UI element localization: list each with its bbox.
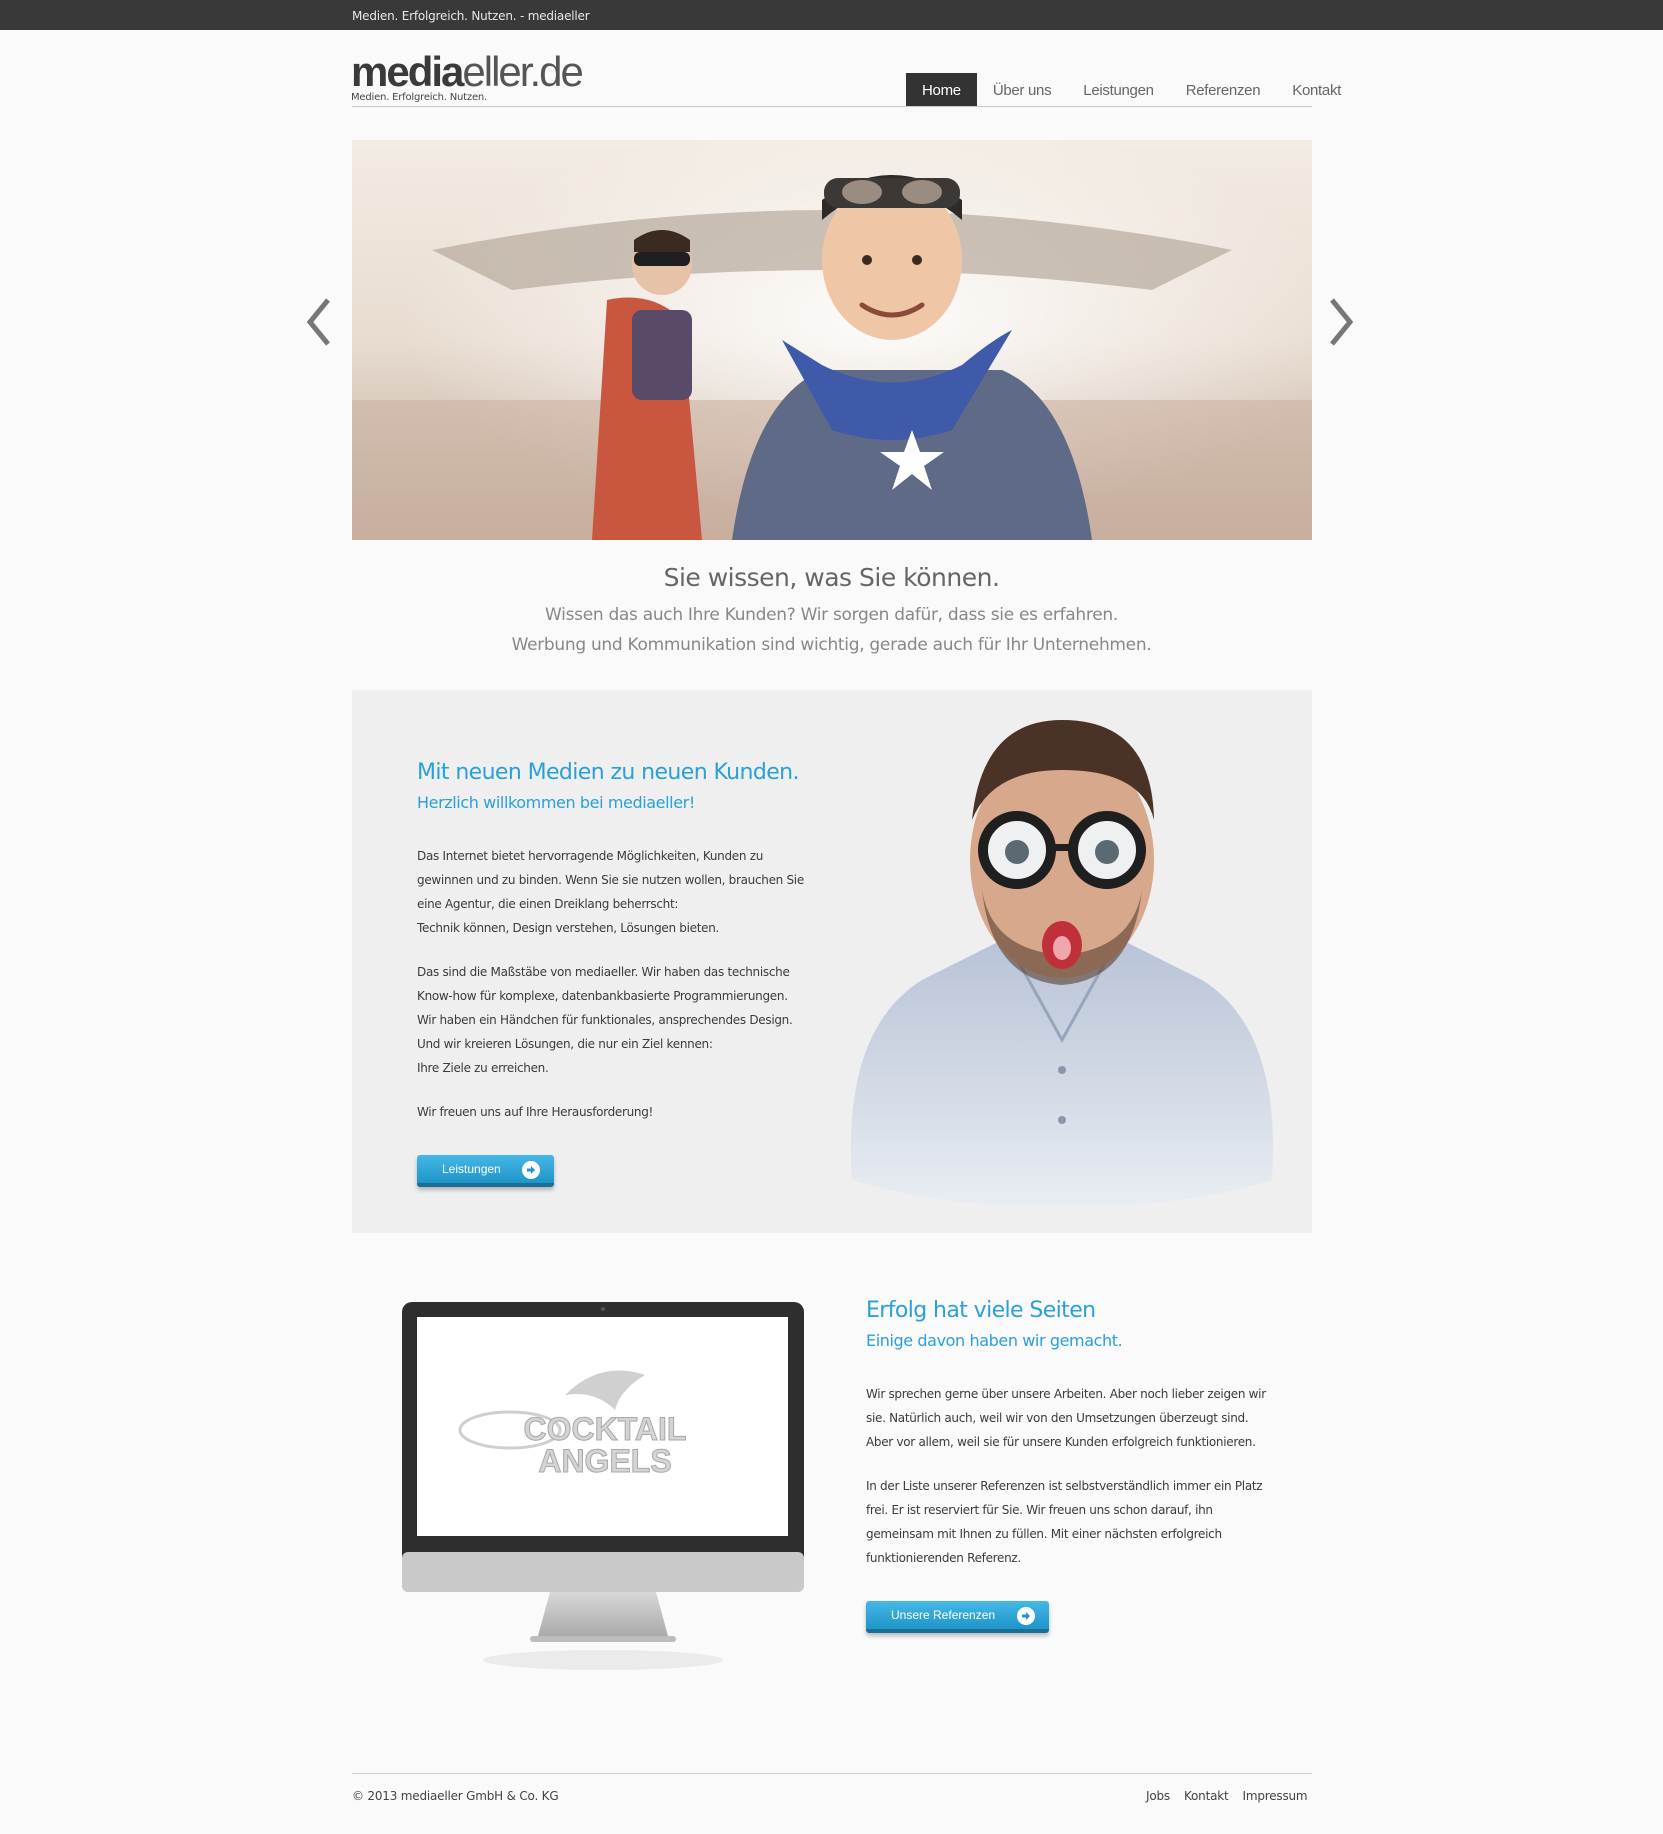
text-line: frei. Er ist reserviert für Sie. Wir fre… [866, 1503, 1213, 1517]
nav-item-referenzen[interactable]: Referenzen [1170, 73, 1277, 106]
text-line: Ihre Ziele zu erreichen. [417, 1061, 549, 1075]
references-paragraph-2: In der Liste unserer Referenzen ist selb… [866, 1474, 1266, 1570]
footer-copyright: © 2013 mediaeller GmbH & Co. KG [352, 1789, 559, 1803]
text-line: In der Liste unserer Referenzen ist selb… [866, 1479, 1263, 1493]
site-logo[interactable]: mediaeller.de Medien. Erfolgreich. Nutze… [351, 51, 584, 104]
welcome-title: Mit neuen Medien zu neuen Kunden. [417, 760, 800, 785]
chevron-right-icon [1330, 298, 1354, 346]
text-line: sie. Natürlich auch, weil wir von den Um… [866, 1411, 1249, 1425]
surprised-man-image [850, 720, 1274, 1206]
text-line: gemeinsam mit Ihnen zu füllen. Mit einer… [866, 1527, 1222, 1541]
welcome-subtitle: Herzlich willkommen bei mediaeller! [417, 793, 695, 812]
logo-strong: media [351, 48, 464, 95]
nav-item-kontakt[interactable]: Kontakt [1276, 73, 1357, 106]
nav-item-home[interactable]: Home [906, 73, 977, 106]
text-line: Das Internet bietet hervorragende Möglic… [417, 849, 764, 863]
nav-item-leistungen[interactable]: Leistungen [1067, 73, 1169, 106]
intro-title: Sie wissen, was Sie können. [663, 563, 1000, 592]
welcome-paragraph-3: Wir freuen uns auf Ihre Herausforderung! [417, 1100, 817, 1124]
welcome-section: Mit neuen Medien zu neuen Kunden. Herzli… [352, 690, 1312, 1233]
top-bar-text: Medien. Erfolgreich. Nutzen. - mediaelle… [352, 9, 590, 23]
button-label: Leistungen [442, 1162, 501, 1176]
arrow-right-circle-icon [1017, 1607, 1035, 1625]
footer-links: Jobs Kontakt Impressum [1146, 1789, 1308, 1803]
hero-illustration [352, 140, 1312, 540]
text-line: eine Agentur, die einen Dreiklang beherr… [417, 897, 679, 911]
welcome-paragraph-1: Das Internet bietet hervorragende Möglic… [417, 844, 817, 940]
header-divider [352, 106, 1312, 107]
intro-line-2: Werbung und Kommunikation sind wichtig, … [511, 635, 1152, 655]
text-line: Das sind die Maßstäbe von mediaeller. Wi… [417, 965, 790, 979]
logo-light: eller.de [462, 48, 583, 95]
footer-divider [352, 1773, 1312, 1774]
text-line: Wir haben ein Händchen für funktionales,… [417, 1013, 793, 1027]
references-title: Erfolg hat viele Seiten [866, 1298, 1096, 1323]
hero-slider-image [352, 140, 1312, 540]
screen-logo-line-1: COCKTAIL [524, 1411, 687, 1447]
intro-line-1: Wissen das auch Ihre Kunden? Wir sorgen … [545, 605, 1118, 625]
monitor-reference-image: COCKTAIL ANGELS [402, 1302, 804, 1670]
nav-item-ueber-uns[interactable]: Über uns [977, 73, 1067, 106]
text-line: funktionierenden Referenz. [866, 1551, 1021, 1565]
slider-next-button[interactable] [1326, 292, 1356, 352]
footer-link-kontakt[interactable]: Kontakt [1184, 1789, 1229, 1803]
references-paragraph-1: Wir sprechen gerne über unsere Arbeiten.… [866, 1382, 1266, 1454]
welcome-paragraph-2: Das sind die Maßstäbe von mediaeller. Wi… [417, 960, 817, 1080]
footer-link-jobs[interactable]: Jobs [1146, 1789, 1170, 1803]
slider-prev-button[interactable] [304, 292, 334, 352]
text-line: gewinnen und zu binden. Wenn Sie sie nut… [417, 873, 804, 887]
text-line: Know-how für komplexe, datenbankbasierte… [417, 989, 788, 1003]
text-line: Wir sprechen gerne über unsere Arbeiten.… [866, 1387, 1266, 1401]
text-line: Wir freuen uns auf Ihre Herausforderung! [417, 1105, 654, 1119]
text-line: Aber vor allem, weil sie für unsere Kund… [866, 1435, 1256, 1449]
arrow-right-circle-icon [522, 1161, 540, 1179]
text-line: Technik können, Design verstehen, Lösung… [417, 921, 720, 935]
references-subtitle: Einige davon haben wir gemacht. [866, 1331, 1123, 1350]
main-nav: Home Über uns Leistungen Referenzen Kont… [906, 73, 1357, 106]
footer-link-impressum[interactable]: Impressum [1243, 1789, 1308, 1803]
top-bar: Medien. Erfolgreich. Nutzen. - mediaelle… [0, 0, 1663, 30]
logo-wordmark: mediaeller.de [351, 51, 584, 93]
unsere-referenzen-button[interactable]: Unsere Referenzen [866, 1601, 1049, 1633]
screen-logo-line-2: ANGELS [538, 1443, 671, 1479]
button-label: Unsere Referenzen [891, 1608, 996, 1622]
chevron-left-icon [306, 298, 330, 346]
leistungen-button[interactable]: Leistungen [417, 1155, 554, 1187]
text-line: Und wir kreieren Lösungen, die nur ein Z… [417, 1037, 713, 1051]
